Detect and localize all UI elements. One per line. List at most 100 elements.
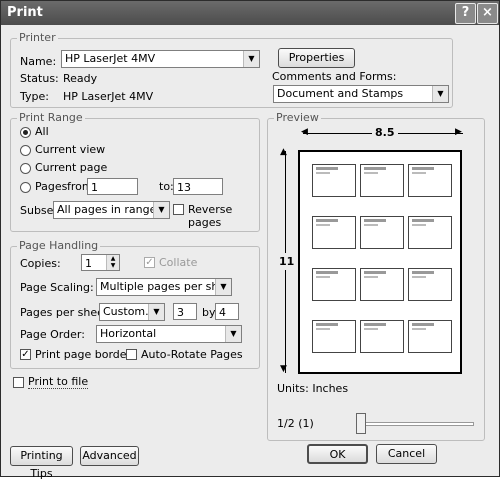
page-thumbnail — [360, 216, 404, 249]
copies-label: Copies: — [20, 257, 61, 270]
thumbnail-heading — [364, 167, 386, 170]
status-value: Ready — [63, 72, 98, 85]
all-radio[interactable] — [20, 127, 31, 138]
page-thumbnail — [408, 268, 452, 301]
collate-label: Collate — [159, 256, 198, 269]
print-range-legend: Print Range — [17, 111, 85, 124]
page-thumbnail — [360, 164, 404, 197]
subset-value: All pages in range — [57, 203, 157, 216]
thumbnail-text — [364, 276, 378, 278]
thumbnail-heading — [316, 323, 338, 326]
page-thumbnail — [312, 216, 356, 249]
page-scaling-select[interactable]: Multiple pages per sheet ▼ — [96, 278, 232, 296]
thumbnail-heading — [316, 271, 338, 274]
pps-columns-input[interactable]: 3 — [173, 303, 197, 320]
help-icon[interactable]: ? — [455, 3, 476, 24]
copies-value: 1 — [85, 257, 92, 270]
arrow-down-icon: ▼ — [280, 364, 287, 374]
thumbnail-heading — [412, 271, 434, 274]
cancel-button[interactable]: Cancel — [376, 444, 437, 464]
page-slider-thumb[interactable] — [356, 413, 366, 434]
close-icon[interactable]: × — [477, 3, 498, 24]
thumbnail-heading — [412, 167, 434, 170]
to-input[interactable]: 13 — [173, 178, 223, 195]
comments-select[interactable]: Document and Stamps ▼ — [273, 85, 449, 103]
thumbnail-heading — [364, 271, 386, 274]
page-thumbnail — [408, 320, 452, 353]
thumbnail-text — [412, 328, 426, 330]
collate-checkbox[interactable]: ✓ — [144, 257, 155, 268]
page-order-value: Horizontal — [100, 327, 157, 340]
arrow-left-icon: ◀ — [301, 127, 308, 137]
page-thumbnail — [360, 268, 404, 301]
status-label: Status: — [20, 72, 59, 85]
page-thumbnail — [360, 320, 404, 353]
thumbnail-text — [412, 224, 426, 226]
thumbnail-heading — [412, 219, 434, 222]
print-page-border-label: Print page border — [35, 348, 132, 361]
print-range-group: Print Range All Current view Current pag… — [10, 111, 260, 232]
thumbnail-text — [316, 172, 330, 174]
from-input[interactable]: 1 — [87, 178, 138, 195]
page-scaling-label: Page Scaling: — [20, 281, 94, 294]
comments-value: Document and Stamps — [277, 87, 404, 100]
printer-name-value: HP LaserJet 4MV — [65, 52, 156, 65]
page-order-label: Page Order: — [20, 328, 85, 341]
preview-legend: Preview — [274, 111, 321, 124]
thumbnail-heading — [316, 167, 338, 170]
thumbnail-text — [364, 224, 378, 226]
current-page-radio[interactable] — [20, 163, 31, 174]
page-slider-track[interactable] — [356, 422, 474, 426]
chevron-down-icon: ▼ — [215, 279, 231, 295]
properties-button[interactable]: Properties — [278, 48, 355, 68]
pages-radio[interactable] — [20, 182, 31, 193]
to-label: to: — [159, 180, 174, 193]
thumbnail-heading — [316, 219, 338, 222]
arrow-right-icon: ▶ — [455, 127, 462, 137]
print-page-border-checkbox[interactable]: ✓ — [20, 349, 31, 360]
pps-rows-input[interactable]: 4 — [215, 303, 239, 320]
page-thumbnail — [312, 268, 356, 301]
page-thumbnail — [312, 320, 356, 353]
units-label: Units: Inches — [277, 382, 349, 395]
chevron-down-icon: ▼ — [148, 304, 164, 320]
height-label: 11 — [279, 253, 295, 270]
page-order-select[interactable]: Horizontal ▼ — [96, 325, 242, 343]
current-view-label: Current view — [35, 143, 106, 156]
reverse-pages-label: Reverse pages — [188, 203, 233, 229]
printing-tips-button[interactable]: Printing Tips — [10, 446, 73, 480]
page-thumbnail — [312, 164, 356, 197]
advanced-button[interactable]: Advanced — [80, 446, 139, 466]
reverse-pages-checkbox[interactable] — [173, 204, 184, 215]
preview-sheet — [298, 150, 462, 374]
type-label: Type: — [20, 90, 49, 103]
chevron-down-icon: ▼ — [153, 202, 169, 218]
copies-input[interactable]: 1 ▲ ▼ — [81, 254, 120, 271]
chevron-down-icon: ▼ — [432, 86, 448, 102]
thumbnail-text — [316, 224, 330, 226]
subset-select[interactable]: All pages in range ▼ — [53, 201, 170, 219]
comments-label: Comments and Forms: — [272, 70, 397, 83]
auto-rotate-checkbox[interactable] — [126, 349, 137, 360]
all-label: All — [35, 125, 49, 138]
pages-per-sheet-select[interactable]: Custom... ▼ — [99, 303, 165, 321]
spinner-icon[interactable]: ▲ ▼ — [106, 255, 119, 270]
thumbnail-text — [316, 276, 330, 278]
page-handling-legend: Page Handling — [17, 239, 101, 252]
printer-name-select[interactable]: HP LaserJet 4MV ▼ — [61, 50, 260, 68]
thumbnail-text — [364, 172, 378, 174]
printer-legend: Printer — [17, 31, 58, 44]
thumbnail-heading — [412, 323, 434, 326]
pages-label: Pages — [35, 180, 68, 193]
type-value: HP LaserJet 4MV — [63, 90, 154, 103]
thumbnail-heading — [364, 323, 386, 326]
print-dialog: Print ? × Printer Name: HP LaserJet 4MV … — [0, 0, 500, 480]
window-title: Print — [7, 5, 43, 20]
thumbnail-text — [364, 328, 378, 330]
printer-group: Printer Name: HP LaserJet 4MV ▼ Properti… — [10, 31, 453, 108]
auto-rotate-label: Auto-Rotate Pages — [141, 348, 243, 361]
current-view-radio[interactable] — [20, 145, 31, 156]
current-page-label: Current page — [35, 161, 108, 174]
ok-button[interactable]: OK — [307, 444, 368, 464]
print-to-file-checkbox[interactable] — [13, 377, 24, 388]
